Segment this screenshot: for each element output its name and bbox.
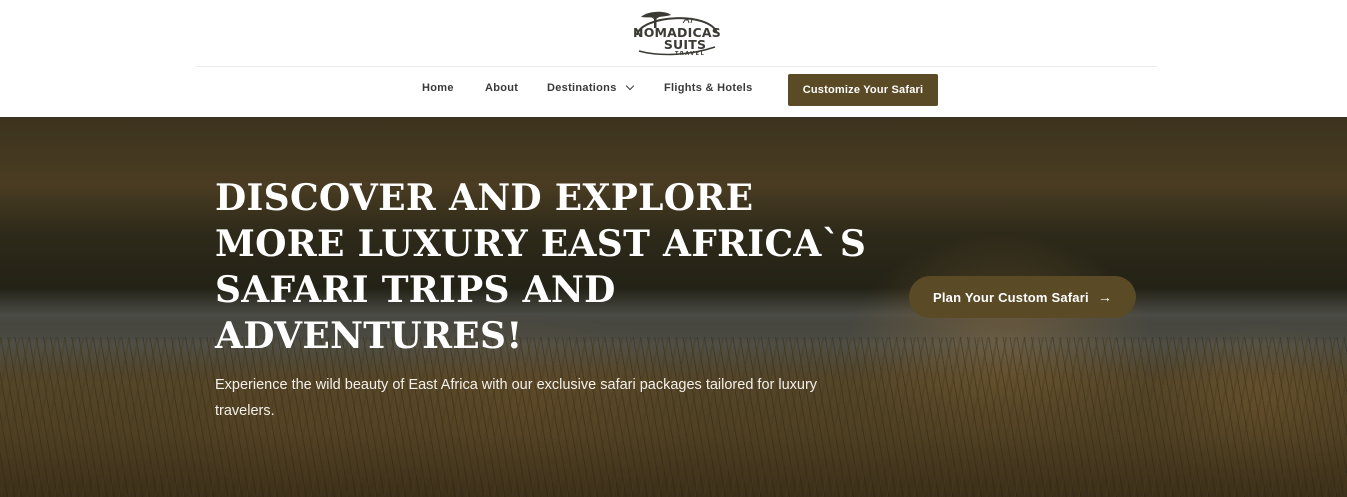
nav-destinations[interactable]: Destinations: [547, 81, 634, 94]
logo-subtitle: TRAVEL: [675, 51, 706, 57]
site-header: NOMADICAS SUITS TRAVEL Home About Destin…: [0, 0, 1347, 117]
nav-home[interactable]: Home: [422, 82, 454, 94]
nav-about[interactable]: About: [485, 82, 518, 94]
site-logo[interactable]: NOMADICAS SUITS TRAVEL: [631, 5, 723, 57]
hero-section: DISCOVER AND EXPLORE MORE LUXURY EAST AF…: [0, 117, 1347, 497]
plan-custom-safari-button[interactable]: Plan Your Custom Safari →: [909, 276, 1136, 318]
main-nav: Home About Destinations Flights & Hotels…: [0, 74, 1347, 106]
plan-custom-safari-label: Plan Your Custom Safari: [932, 289, 1089, 305]
header-divider: [196, 66, 1157, 67]
chevron-down-icon: [625, 81, 634, 91]
logo-wordmark: NOMADICAS SUITS: [631, 26, 723, 52]
arrow-right-icon: →: [1097, 289, 1113, 305]
nav-flights-hotels[interactable]: Flights & Hotels: [664, 82, 753, 94]
nav-destinations-label: Destinations: [547, 82, 617, 94]
hero-title: DISCOVER AND EXPLORE MORE LUXURY EAST AF…: [215, 177, 867, 357]
logo-line-2: SUITS: [663, 37, 707, 52]
hero-description: Experience the wild beauty of East Afric…: [215, 377, 818, 419]
customize-safari-button[interactable]: Customize Your Safari: [788, 74, 938, 106]
